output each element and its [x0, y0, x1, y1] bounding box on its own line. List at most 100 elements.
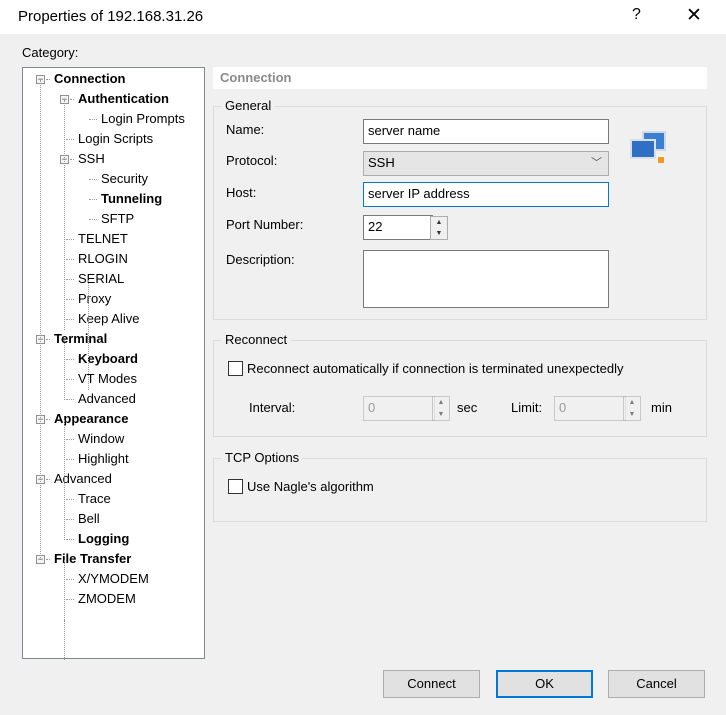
- description-textarea[interactable]: [363, 250, 609, 308]
- reconnect-checkbox[interactable]: [228, 361, 243, 376]
- tree-connector: [66, 579, 74, 580]
- reconnect-title: Reconnect: [222, 332, 291, 347]
- tree-connector: [46, 419, 50, 420]
- tree-connector: [89, 199, 97, 200]
- tree-item-bell[interactable]: Bell: [78, 510, 100, 528]
- tree-connector: [66, 359, 74, 360]
- tree-item-vt-modes[interactable]: VT Modes: [78, 370, 137, 388]
- tree-item-login-scripts[interactable]: Login Scripts: [78, 130, 153, 148]
- general-title: General: [222, 98, 275, 113]
- interval-label: Interval:: [249, 400, 296, 415]
- host-input[interactable]: server IP address: [363, 182, 609, 207]
- category-tree[interactable]: − Connection − Authentication Login Prompts L…: [22, 67, 205, 660]
- tree-connector: [66, 399, 74, 400]
- window-title: Properties of 192.168.31.26: [18, 8, 204, 25]
- tree-item-file-transfer[interactable]: File Transfer: [54, 550, 131, 568]
- tree-item-proxy[interactable]: Proxy: [78, 290, 111, 308]
- tree-item-telnet[interactable]: TELNET: [78, 230, 128, 248]
- tree-item-trace[interactable]: Trace: [78, 490, 111, 508]
- tree-item-serial[interactable]: SERIAL: [78, 270, 124, 288]
- network-computers-icon: [630, 131, 670, 167]
- limit-spinner: ▲ ▼: [623, 396, 641, 421]
- tree-item-tunneling[interactable]: Tunneling: [101, 190, 162, 208]
- name-label: Name:: [226, 122, 265, 137]
- tree-item-rlogin[interactable]: RLOGIN: [78, 250, 128, 268]
- tree-item-terminal[interactable]: Terminal: [54, 330, 107, 348]
- tree-item-security[interactable]: Security: [101, 170, 148, 188]
- tree-connector: [66, 499, 74, 500]
- tree-item-advanced[interactable]: Advanced: [54, 470, 112, 488]
- tree-connector: [66, 299, 74, 300]
- tree-connector: [66, 519, 74, 520]
- tree-connector: [66, 599, 74, 600]
- tree-item-logging[interactable]: Logging: [78, 530, 129, 548]
- tree-connector: [89, 119, 97, 120]
- nagle-checkbox[interactable]: [228, 479, 243, 494]
- reconnect-checkbox-label[interactable]: Reconnect automatically if connection is…: [247, 361, 624, 376]
- tree-item-advanced[interactable]: Advanced: [78, 390, 136, 408]
- connect-button[interactable]: Connect: [383, 670, 480, 698]
- title-bar: Properties of 192.168.31.26 ? ✕: [0, 0, 726, 34]
- tcp-options-group: TCP Options Use Nagle's algorithm: [213, 450, 707, 522]
- tree-connector: [66, 319, 74, 320]
- chevron-down-icon: ﹀: [591, 157, 602, 169]
- tree-connector: [66, 379, 74, 380]
- nagle-checkbox-label[interactable]: Use Nagle's algorithm: [247, 479, 374, 494]
- min-label: min: [651, 400, 672, 415]
- panel-header: Connection: [213, 67, 707, 89]
- help-button[interactable]: ?: [632, 6, 641, 24]
- tree-connector: [46, 79, 50, 80]
- tree-connector: [46, 559, 50, 560]
- tree-connector: [70, 159, 74, 160]
- tree-item-login-prompts[interactable]: Login Prompts: [101, 110, 185, 128]
- tree-line: [64, 100, 65, 330]
- interval-spinner: ▲ ▼: [432, 396, 450, 421]
- protocol-label: Protocol:: [226, 153, 278, 168]
- tree-connector: [66, 279, 74, 280]
- tree-line: [64, 560, 65, 620]
- tree-connector: [89, 219, 97, 220]
- category-label: Category:: [22, 45, 79, 60]
- tree-line: [64, 340, 65, 400]
- reconnect-group: Reconnect Reconnect automatically if con…: [213, 332, 707, 437]
- port-input[interactable]: 22: [363, 215, 433, 240]
- limit-input: 0: [554, 396, 626, 421]
- tree-item-authentication[interactable]: Authentication: [78, 90, 169, 108]
- tree-connector: [66, 139, 74, 140]
- close-button[interactable]: ✕: [686, 4, 702, 27]
- name-input[interactable]: server name: [363, 119, 609, 144]
- tree-line: [64, 420, 65, 480]
- tree-item-keyboard[interactable]: Keyboard: [78, 350, 138, 368]
- tree-line: [88, 280, 89, 390]
- tree-item-connection[interactable]: Connection: [54, 70, 126, 88]
- tree-connector: [66, 239, 74, 240]
- ok-button[interactable]: OK: [496, 670, 593, 698]
- tree-connector: [66, 459, 74, 460]
- port-spinner[interactable]: ▲ ▼: [430, 216, 448, 240]
- protocol-value: SSH: [368, 155, 395, 170]
- port-label: Port Number:: [226, 217, 304, 232]
- tree-item-ssh[interactable]: SSH: [78, 150, 105, 168]
- tree-item-window[interactable]: Window: [78, 430, 124, 448]
- tree-connector: [46, 339, 50, 340]
- tcp-options-title: TCP Options: [222, 450, 303, 465]
- tree-item-appearance[interactable]: Appearance: [54, 410, 128, 428]
- tree-line: [64, 480, 65, 540]
- spin-down-icon[interactable]: ▼: [431, 228, 447, 239]
- tree-line: [40, 80, 41, 560]
- protocol-select[interactable]: SSH ﹀: [363, 151, 609, 176]
- interval-input: 0: [363, 396, 435, 421]
- tree-connector: [66, 439, 74, 440]
- host-label: Host:: [226, 185, 257, 200]
- sec-label: sec: [457, 400, 478, 415]
- tree-item-sftp[interactable]: SFTP: [101, 210, 134, 228]
- description-label: Description:: [226, 252, 295, 267]
- tree-item-zmodem[interactable]: ZMODEM: [78, 590, 136, 608]
- tree-connector: [46, 479, 50, 480]
- spin-up-icon[interactable]: ▲: [431, 217, 447, 228]
- tree-item-x-ymodem[interactable]: X/YMODEM: [78, 570, 149, 588]
- tree-connector: [66, 539, 74, 540]
- tree-item-highlight[interactable]: Highlight: [78, 450, 129, 468]
- cancel-button[interactable]: Cancel: [608, 670, 705, 698]
- tree-connector: [70, 99, 74, 100]
